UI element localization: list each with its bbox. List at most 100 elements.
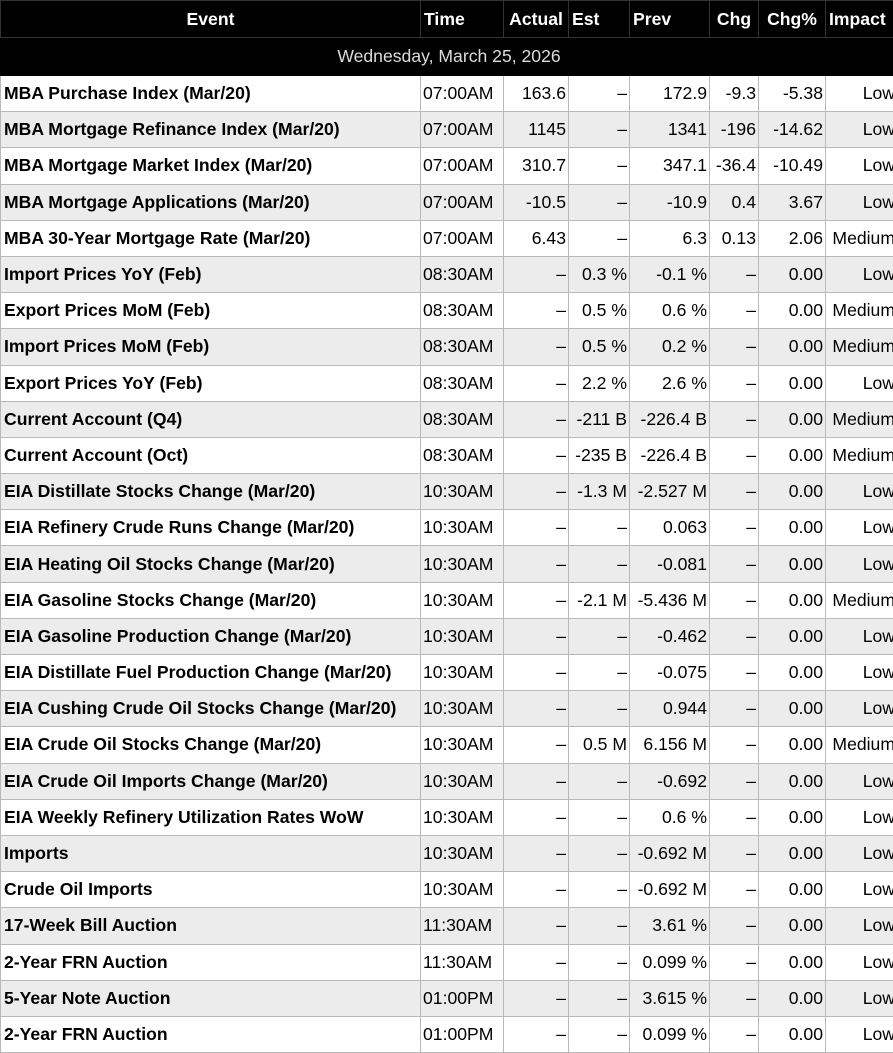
event-name-cell[interactable]: 5-Year Note Auction: [0, 979, 421, 1017]
actual-cell: –: [503, 545, 569, 583]
table-row[interactable]: 2-Year FRN Auction 01:00PM – –0.099 % –0.00 L…: [0, 1015, 893, 1053]
time-cell: 08:30AM: [420, 364, 504, 402]
change-cell: -196: [709, 111, 759, 149]
table-row[interactable]: EIA Gasoline Stocks Change (Mar/20) 10:30…: [0, 581, 893, 619]
column-header-chg-pct[interactable]: Chg%: [758, 0, 826, 38]
event-name-cell[interactable]: EIA Gasoline Stocks Change (Mar/20): [0, 581, 421, 619]
estimate-cell: 0.5 %: [568, 328, 630, 366]
event-name-cell[interactable]: EIA Crude Oil Imports Change (Mar/20): [0, 762, 421, 800]
change-percent-cell: 0.00: [758, 617, 826, 656]
previous-cell: -10.9: [629, 183, 710, 221]
change-percent-cell: 0.00: [758, 726, 826, 764]
event-name-cell[interactable]: EIA Crude Oil Stocks Change (Mar/20): [0, 726, 421, 764]
header-row: Event Time Actual Est Prev Chg Chg% Impa…: [0, 0, 893, 38]
estimate-cell: –: [568, 798, 630, 836]
column-header-event[interactable]: Event: [0, 0, 421, 38]
table-row[interactable]: Import Prices MoM (Feb) 08:30AM –0.5 % 0.2 …: [0, 328, 893, 366]
actual-cell: –: [503, 690, 569, 728]
event-name-cell[interactable]: Export Prices YoY (Feb): [0, 364, 421, 402]
table-row[interactable]: MBA Purchase Index (Mar/20) 07:00AM 163.6–…: [0, 74, 893, 113]
column-header-chg[interactable]: Chg: [709, 0, 759, 38]
event-name-cell[interactable]: Export Prices MoM (Feb): [0, 292, 421, 330]
event-name-cell[interactable]: 17-Week Bill Auction: [0, 907, 421, 945]
time-cell: 07:00AM: [420, 111, 504, 149]
change-cell: –: [709, 292, 759, 330]
event-name-cell[interactable]: Import Prices MoM (Feb): [0, 328, 421, 366]
column-header-actual[interactable]: Actual: [503, 0, 569, 38]
event-name-cell[interactable]: Import Prices YoY (Feb): [0, 255, 421, 294]
impact-cell: Low: [825, 183, 893, 221]
impact-cell: Medium: [825, 400, 893, 438]
table-row[interactable]: Export Prices MoM (Feb) 08:30AM –0.5 % 0.6 …: [0, 292, 893, 330]
event-name-cell[interactable]: MBA Mortgage Market Index (Mar/20): [0, 147, 421, 185]
change-cell: –: [709, 545, 759, 583]
event-name-cell[interactable]: 2-Year FRN Auction: [0, 1015, 421, 1053]
change-percent-cell: 0.00: [758, 328, 826, 366]
change-cell: –: [709, 726, 759, 764]
event-name-cell[interactable]: MBA 30-Year Mortgage Rate (Mar/20): [0, 219, 421, 257]
table-row[interactable]: MBA Mortgage Market Index (Mar/20) 07:00A…: [0, 147, 893, 185]
event-name-cell[interactable]: MBA Mortgage Applications (Mar/20): [0, 183, 421, 221]
table-row[interactable]: EIA Heating Oil Stocks Change (Mar/20) 10…: [0, 545, 893, 583]
estimate-cell: –: [568, 1015, 630, 1053]
table-row[interactable]: MBA Mortgage Applications (Mar/20) 07:00A…: [0, 183, 893, 221]
column-header-impact[interactable]: Impact: [825, 0, 893, 38]
event-name-cell[interactable]: Crude Oil Imports: [0, 871, 421, 909]
event-name-cell[interactable]: EIA Gasoline Production Change (Mar/20): [0, 617, 421, 656]
change-cell: –: [709, 653, 759, 692]
previous-cell: 0.063: [629, 509, 710, 547]
estimate-cell: –: [568, 834, 630, 873]
estimate-cell: –: [568, 907, 630, 945]
table-row[interactable]: EIA Crude Oil Imports Change (Mar/20) 10:…: [0, 762, 893, 800]
table-row[interactable]: 17-Week Bill Auction 11:30AM – –3.61 % –0.00…: [0, 907, 893, 945]
time-cell: 10:30AM: [420, 871, 504, 909]
table-row[interactable]: EIA Gasoline Production Change (Mar/20) 1…: [0, 617, 893, 656]
event-name-cell[interactable]: EIA Distillate Fuel Production Change (M…: [0, 653, 421, 692]
column-header-prev[interactable]: Prev: [629, 0, 710, 38]
table-row[interactable]: Current Account (Q4) 08:30AM – -211 B -226.4…: [0, 400, 893, 438]
table-row[interactable]: Import Prices YoY (Feb) 08:30AM –0.3 % -0.1…: [0, 255, 893, 294]
impact-cell: Medium: [825, 219, 893, 257]
event-name-cell[interactable]: Current Account (Q4): [0, 400, 421, 438]
change-cell: –: [709, 762, 759, 800]
column-header-est[interactable]: Est: [568, 0, 630, 38]
event-name-cell[interactable]: 2-Year FRN Auction: [0, 943, 421, 981]
event-name-cell[interactable]: MBA Mortgage Refinance Index (Mar/20): [0, 111, 421, 149]
table-row[interactable]: Imports 10:30AM – – -0.692 M –0.00 Low: [0, 834, 893, 873]
date-label: Wednesday, March 25, 2026: [0, 37, 893, 76]
table-row[interactable]: EIA Distillate Stocks Change (Mar/20) 10:…: [0, 473, 893, 511]
change-cell: –: [709, 509, 759, 547]
event-name-cell[interactable]: EIA Distillate Stocks Change (Mar/20): [0, 473, 421, 511]
table-row[interactable]: EIA Weekly Refinery Utilization Rates Wo…: [0, 798, 893, 836]
previous-cell: -2.527 M: [629, 473, 710, 511]
change-percent-cell: 0.00: [758, 943, 826, 981]
table-row[interactable]: Current Account (Oct) 08:30AM – -235 B -226.…: [0, 436, 893, 475]
table-row[interactable]: MBA Mortgage Refinance Index (Mar/20) 07:…: [0, 111, 893, 149]
time-cell: 07:00AM: [420, 183, 504, 221]
time-cell: 08:30AM: [420, 292, 504, 330]
table-row[interactable]: EIA Crude Oil Stocks Change (Mar/20) 10:3…: [0, 726, 893, 764]
event-name-cell[interactable]: EIA Heating Oil Stocks Change (Mar/20): [0, 545, 421, 583]
column-header-time[interactable]: Time: [420, 0, 504, 38]
event-name-cell[interactable]: EIA Weekly Refinery Utilization Rates Wo…: [0, 798, 421, 836]
table-row[interactable]: Export Prices YoY (Feb) 08:30AM –2.2 % 2.6 …: [0, 364, 893, 402]
table-row[interactable]: EIA Refinery Crude Runs Change (Mar/20) 1…: [0, 509, 893, 547]
event-name-cell[interactable]: EIA Cushing Crude Oil Stocks Change (Mar…: [0, 690, 421, 728]
actual-cell: –: [503, 834, 569, 873]
change-percent-cell: -10.49: [758, 147, 826, 185]
event-name-cell[interactable]: MBA Purchase Index (Mar/20): [0, 74, 421, 113]
table-row[interactable]: 5-Year Note Auction 01:00PM – –3.615 % –0.00…: [0, 979, 893, 1017]
table-row[interactable]: EIA Cushing Crude Oil Stocks Change (Mar…: [0, 690, 893, 728]
event-name-cell[interactable]: Current Account (Oct): [0, 436, 421, 475]
change-percent-cell: -5.38: [758, 74, 826, 113]
change-percent-cell: 0.00: [758, 834, 826, 873]
table-row[interactable]: Crude Oil Imports 10:30AM – – -0.692 M –0.00 L…: [0, 871, 893, 909]
event-name-cell[interactable]: EIA Refinery Crude Runs Change (Mar/20): [0, 509, 421, 547]
actual-cell: 6.43: [503, 219, 569, 257]
table-row[interactable]: EIA Distillate Fuel Production Change (M…: [0, 653, 893, 692]
estimate-cell: –: [568, 943, 630, 981]
table-row[interactable]: 2-Year FRN Auction 11:30AM – –0.099 % –0.00 L…: [0, 943, 893, 981]
table-row[interactable]: MBA 30-Year Mortgage Rate (Mar/20) 07:00A…: [0, 219, 893, 257]
event-name-cell[interactable]: Imports: [0, 834, 421, 873]
time-cell: 10:30AM: [420, 834, 504, 873]
